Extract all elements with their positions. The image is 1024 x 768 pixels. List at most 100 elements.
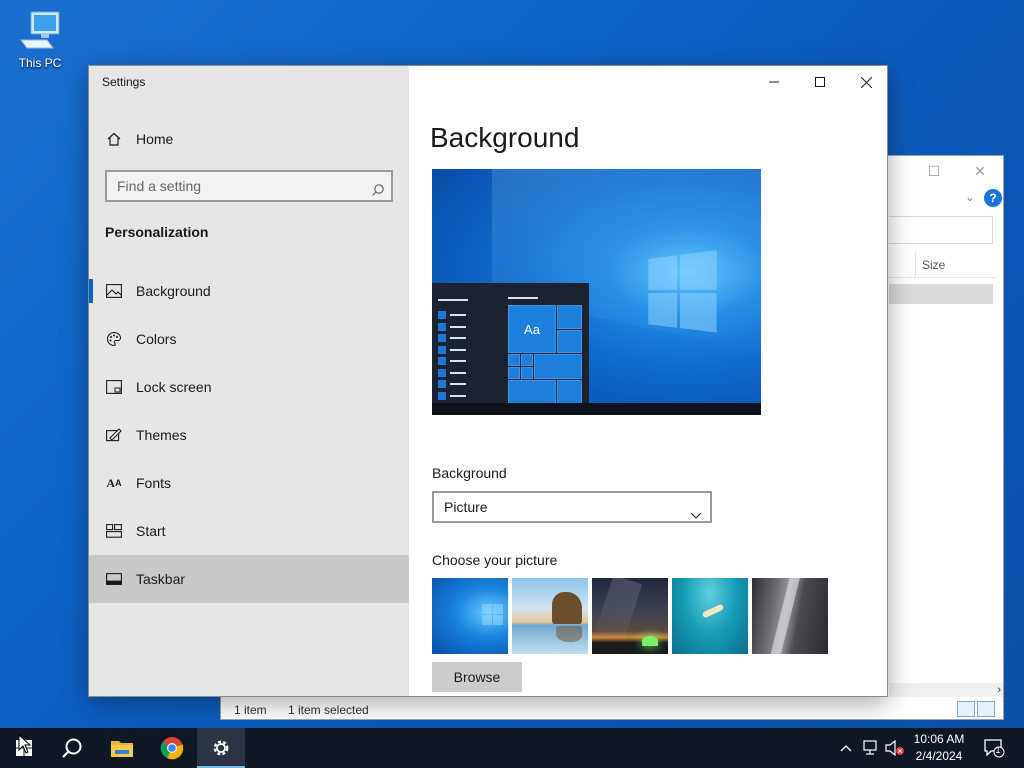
taskbar-chrome[interactable] xyxy=(148,728,196,768)
browse-button[interactable]: Browse xyxy=(432,662,522,692)
taskbar-search-button[interactable] xyxy=(48,728,96,768)
nav-themes[interactable]: Themes xyxy=(89,411,409,459)
minimize-icon xyxy=(769,81,779,83)
taskbar-settings[interactable] xyxy=(197,728,245,768)
taskbar-clock[interactable]: 10:06 AM 2/4/2024 xyxy=(906,731,972,765)
view-toggle xyxy=(955,701,995,720)
explorer-close-button[interactable]: ✕ xyxy=(957,160,1003,182)
file-explorer-icon xyxy=(111,741,133,757)
nav-colors-label: Colors xyxy=(136,331,177,347)
picture-thumbnail-night-sky[interactable] xyxy=(592,578,668,654)
preview-tile xyxy=(508,367,520,379)
explorer-maximize-button[interactable]: ☐ xyxy=(911,160,957,182)
scroll-right-icon[interactable]: › xyxy=(997,683,1001,697)
font-icon: AA xyxy=(106,475,122,490)
preview-app-list xyxy=(438,311,466,403)
preview-tile xyxy=(557,305,582,329)
windows-logo-icon xyxy=(648,250,718,334)
section-heading-personalization: Personalization xyxy=(105,224,209,240)
network-button[interactable] xyxy=(860,728,884,768)
picture-icon xyxy=(105,282,123,300)
picture-thumbnail-windows[interactable] xyxy=(432,578,508,654)
background-field-label: Background xyxy=(432,465,507,481)
search-icon[interactable] xyxy=(371,178,385,206)
close-button[interactable] xyxy=(843,66,889,98)
action-center-button[interactable]: 1 xyxy=(980,728,1008,768)
preview-tile xyxy=(534,354,582,379)
clock-date: 2/4/2024 xyxy=(915,749,963,763)
background-preview: Aa xyxy=(432,169,761,415)
taskbar-file-explorer[interactable] xyxy=(98,728,146,768)
start-icon xyxy=(105,522,123,540)
nav-background[interactable]: Background xyxy=(89,267,409,315)
settings-sidebar: Settings Home Find a setting Personaliza… xyxy=(89,66,409,696)
settings-icon xyxy=(213,740,229,756)
nav-lock-screen-label: Lock screen xyxy=(136,379,212,395)
desktop-icon-label: This PC xyxy=(18,56,62,70)
settings-window: Settings Home Find a setting Personaliza… xyxy=(88,65,888,697)
nav-home[interactable]: Home xyxy=(89,115,409,163)
app-title: Settings xyxy=(102,75,146,89)
preview-menu-line xyxy=(508,297,538,299)
page-title: Background xyxy=(430,122,580,153)
nav-fonts[interactable]: AA Fonts xyxy=(89,459,409,507)
settings-search-input[interactable]: Find a setting xyxy=(105,170,393,202)
taskbar-icon xyxy=(105,570,123,588)
large-icons-view-icon[interactable] xyxy=(977,701,995,717)
choose-picture-label: Choose your picture xyxy=(432,552,558,568)
ribbon-expand-chevron-icon[interactable]: ⌄ xyxy=(965,190,975,204)
preview-start-menu: Aa xyxy=(432,283,589,407)
nav-lock-screen[interactable]: Lock screen xyxy=(89,363,409,411)
column-header-label: Size xyxy=(922,258,946,272)
volume-button[interactable] xyxy=(884,728,906,768)
volume-muted-icon xyxy=(885,740,904,756)
preview-menu-line xyxy=(438,299,468,301)
picture-thumbnail-underwater[interactable] xyxy=(672,578,748,654)
taskbar: 10:06 AM 2/4/2024 1 xyxy=(0,728,1024,768)
horizontal-scrollbar[interactable]: › xyxy=(889,683,1003,697)
network-icon xyxy=(863,740,877,755)
nav-colors[interactable]: Colors xyxy=(89,315,409,363)
picture-thumbnail-beach[interactable] xyxy=(512,578,588,654)
search-placeholder: Find a setting xyxy=(117,178,202,194)
preview-tile xyxy=(557,380,582,404)
dropdown-value: Picture xyxy=(444,499,488,515)
settings-content: Background Aa Background Picture Choose … xyxy=(409,66,887,696)
home-icon xyxy=(105,130,123,148)
preview-tile xyxy=(521,354,533,366)
nav-start[interactable]: Start xyxy=(89,507,409,555)
preview-tile-aa: Aa xyxy=(508,305,556,353)
nav-taskbar-label: Taskbar xyxy=(136,571,186,587)
nav-fonts-label: Fonts xyxy=(136,475,172,491)
search-icon xyxy=(62,738,82,758)
notification-count: 1 xyxy=(995,745,1001,755)
palette-icon xyxy=(105,330,123,348)
selected-file-row[interactable] xyxy=(889,284,993,304)
maximize-button[interactable] xyxy=(797,66,843,98)
nav-home-label: Home xyxy=(136,131,174,147)
preview-tile xyxy=(508,380,556,404)
nav-background-label: Background xyxy=(136,283,211,299)
chevron-up-icon xyxy=(840,745,852,752)
status-selected-count: 1 item selected xyxy=(288,703,369,717)
preview-taskbar xyxy=(432,403,761,415)
maximize-icon xyxy=(815,77,825,87)
minimize-button[interactable] xyxy=(751,66,797,98)
computer-icon xyxy=(20,11,60,49)
column-separator[interactable] xyxy=(915,252,916,278)
background-type-dropdown[interactable]: Picture xyxy=(432,491,712,523)
desktop-icon-this-pc[interactable]: This PC xyxy=(14,10,66,70)
details-view-icon[interactable] xyxy=(957,701,975,717)
column-header-size[interactable]: Size xyxy=(889,252,997,278)
clock-time: 10:06 AM xyxy=(913,732,965,746)
show-hidden-icons-button[interactable] xyxy=(836,728,856,768)
nav-taskbar[interactable]: Taskbar xyxy=(89,555,409,603)
brush-icon xyxy=(105,426,123,444)
preview-tile-text: Aa xyxy=(524,321,540,337)
selection-accent xyxy=(89,279,93,303)
nav-start-label: Start xyxy=(136,523,166,539)
help-icon[interactable]: ? xyxy=(984,189,1002,207)
picture-thumbnail-rock[interactable] xyxy=(752,578,828,654)
status-item-count: 1 item xyxy=(234,703,267,717)
explorer-search-input[interactable] xyxy=(889,216,993,244)
